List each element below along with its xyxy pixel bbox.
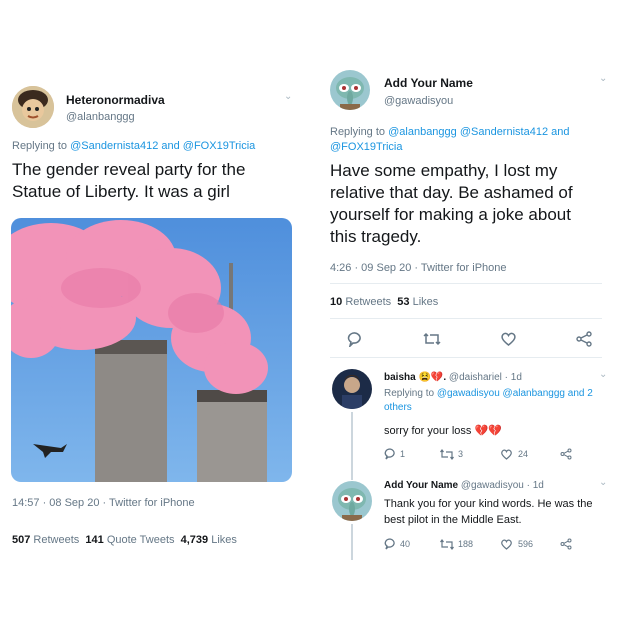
replying-to: Replying to @Sandernista412 and @FOX19Tr… — [12, 140, 255, 152]
chevron-down-icon[interactable]: ⌄ — [599, 73, 607, 84]
like-icon[interactable] — [500, 538, 513, 550]
tweet-text: The gender reveal party for the Statue o… — [12, 160, 246, 201]
reply-text: Thank you for your kind words. He was th… — [384, 498, 593, 526]
tweet-meta[interactable]: 4:26 · 09 Sep 20 · Twitter for iPhone — [330, 262, 507, 274]
replying-to: Replying to @gawadisyou @alanbanggg and … — [384, 387, 614, 415]
share-icon[interactable] — [576, 331, 592, 347]
like-label[interactable]: Likes — [211, 534, 237, 546]
author-name[interactable]: Add Your Name — [384, 76, 473, 90]
like-count: 24 — [518, 449, 529, 459]
thread-line — [351, 412, 353, 480]
reply-header: Add Your Name @gawadisyou · 1d — [384, 480, 544, 491]
tweet-text: Have some empathy, I lost my relative th… — [330, 161, 573, 246]
avatar[interactable] — [330, 70, 370, 110]
retweet-count[interactable]: 507 — [12, 534, 30, 546]
quote-label[interactable]: Quote Tweets — [107, 534, 175, 546]
tweet-stats: 10 Retweets 53 Likes — [330, 296, 438, 308]
like-count[interactable]: 53 — [397, 296, 409, 308]
reply-count: 1 — [400, 449, 406, 459]
quote-count[interactable]: 141 — [85, 534, 103, 546]
avatar-image — [12, 86, 54, 128]
retweet-count: 3 — [458, 449, 464, 459]
tweet-meta[interactable]: 14:57 · 08 Sep 20 · Twitter for iPhone — [12, 497, 195, 509]
retweet-icon[interactable] — [423, 332, 441, 346]
avatar[interactable] — [332, 481, 372, 521]
author-handle[interactable]: @daishariel · 1d — [449, 372, 522, 383]
tweet-stats: 507 Retweets 141 Quote Tweets 4,739 Like… — [12, 534, 237, 546]
chevron-down-icon[interactable]: ⌄ — [599, 477, 607, 488]
like-count: 596 — [518, 539, 534, 549]
reply-header: baisha 😫💔. @daishariel · 1d — [384, 372, 522, 383]
divider — [330, 357, 602, 358]
replying-prefix: Replying to — [330, 126, 386, 138]
squidward-avatar — [332, 481, 372, 521]
reply-icon[interactable] — [384, 538, 396, 550]
reply-icon[interactable] — [347, 331, 363, 347]
reply-icon[interactable] — [384, 448, 396, 460]
chevron-down-icon[interactable]: ⌄ — [599, 369, 607, 380]
retweet-count[interactable]: 10 — [330, 296, 342, 308]
like-label[interactable]: Likes — [413, 296, 439, 308]
towers-photo — [11, 218, 292, 482]
retweet-icon[interactable] — [440, 539, 454, 550]
retweet-label[interactable]: Retweets — [33, 534, 79, 546]
squidward-avatar — [330, 70, 370, 110]
chevron-down-icon[interactable]: ⌄ — [284, 91, 292, 102]
share-icon[interactable] — [560, 538, 572, 550]
share-icon[interactable] — [560, 448, 572, 460]
person-avatar — [332, 369, 372, 409]
replying-prefix: Replying to — [12, 140, 68, 152]
divider — [330, 283, 602, 284]
author-handle[interactable]: @alanbanggg — [66, 111, 135, 123]
retweet-count: 188 — [458, 539, 474, 549]
retweet-label[interactable]: Retweets — [345, 296, 391, 308]
like-icon[interactable] — [500, 448, 513, 460]
replying-to: Replying to @alanbanggg @Sandernista412 … — [330, 125, 602, 155]
author-handle[interactable]: @gawadisyou — [384, 95, 453, 107]
reply-text: sorry for your loss 💔💔 — [384, 425, 502, 437]
author-handle[interactable]: @gawadisyou · 1d — [461, 480, 544, 491]
retweet-icon[interactable] — [440, 449, 454, 460]
reply-count: 40 — [400, 539, 411, 549]
thread-line — [351, 524, 353, 560]
avatar[interactable] — [12, 86, 54, 128]
author-name[interactable]: Add Your Name — [384, 480, 458, 491]
avatar[interactable] — [332, 369, 372, 409]
replying-mentions[interactable]: @Sandernista412 and @FOX19Tricia — [70, 140, 255, 152]
author-name[interactable]: Heteronormadiva — [66, 93, 165, 107]
tweet-photo[interactable] — [11, 218, 292, 482]
like-count[interactable]: 4,739 — [181, 534, 209, 546]
like-icon[interactable] — [500, 331, 517, 347]
divider — [330, 318, 602, 319]
author-name[interactable]: baisha 😫💔. — [384, 372, 446, 383]
replying-prefix: Replying to — [384, 388, 435, 399]
